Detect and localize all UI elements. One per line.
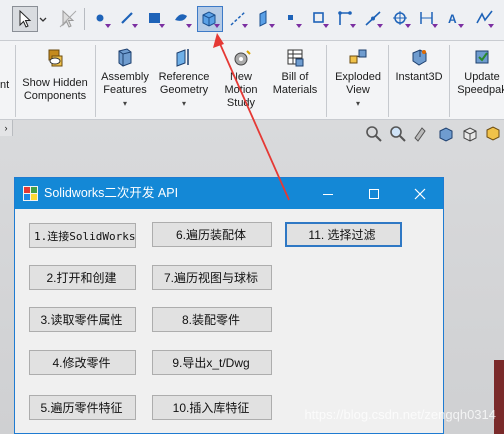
select-dropdown-icon[interactable]: [37, 6, 49, 32]
feature-tree-collapse-tab[interactable]: ›: [0, 120, 13, 136]
minimize-icon: [323, 193, 333, 195]
ribbon-exploded-view[interactable]: Exploded View ▾: [330, 47, 386, 110]
maximize-icon: [369, 188, 379, 199]
selection-filter-icon[interactable]: [55, 6, 81, 32]
title-bar: Solidworks二次开发 API: [15, 178, 443, 209]
filter-midpoint-icon[interactable]: [361, 6, 387, 32]
filter-solid-body-icon[interactable]: [197, 6, 223, 32]
ribbon-show-hidden-components[interactable]: Show Hidden Components: [18, 47, 92, 103]
filter-sketch-segment-icon[interactable]: [334, 6, 360, 32]
close-icon: [414, 188, 426, 199]
ribbon-bill-of-materials[interactable]: Bill of Materials: [268, 47, 322, 97]
traverse-part-features-button[interactable]: 5.遍历零件特征: [29, 395, 136, 420]
filter-surface-body-icon[interactable]: [170, 6, 196, 32]
instant3d-icon: [412, 49, 427, 66]
filter-point-icon[interactable]: [280, 6, 306, 32]
ribbon-assembly-features[interactable]: Assembly Features ▾: [98, 47, 152, 110]
read-part-properties-button[interactable]: 3.读取零件属性: [29, 307, 136, 332]
speedpak-icon: [475, 50, 489, 64]
ribbon-item-component[interactable]: nt: [0, 47, 12, 92]
export-xt-dwg-button[interactable]: 9.导出x_t/Dwg: [152, 350, 272, 375]
window-title: Solidworks二次开发 API: [44, 186, 179, 200]
motion-study-icon: [234, 50, 251, 66]
show-hidden-icon: [48, 49, 63, 67]
connect-solidworks-button[interactable]: 1.连接SolidWorks: [29, 223, 136, 248]
assemble-parts-button[interactable]: 8.装配零件: [152, 307, 272, 332]
select-icon[interactable]: [12, 6, 38, 32]
traverse-views-balloons-button[interactable]: 7.遍历视图与球标: [152, 265, 272, 290]
section-view-icon[interactable]: [436, 124, 456, 144]
filter-vertex-icon[interactable]: [89, 6, 115, 32]
svg-text:A: A: [448, 12, 457, 26]
filter-edge-icon[interactable]: [116, 6, 142, 32]
zoom-to-fit-icon[interactable]: [364, 124, 384, 144]
assembly-features-icon: [118, 48, 132, 67]
heads-up-view-toolbar: [364, 124, 504, 146]
reference-geometry-icon: [176, 49, 189, 67]
selection-filter-toolbar: A: [0, 0, 504, 41]
close-button[interactable]: [397, 178, 443, 209]
chevron-down-icon: ▾: [122, 99, 127, 108]
ribbon-instant3d[interactable]: Instant3D: [392, 47, 446, 84]
maximize-button[interactable]: [351, 178, 397, 209]
chevron-down-icon: ▾: [181, 99, 186, 108]
view-orientation-icon[interactable]: [460, 124, 480, 144]
component-icon: [0, 47, 12, 69]
bom-icon: [287, 49, 304, 67]
filter-plane-icon[interactable]: [253, 6, 279, 32]
graphics-model-edge: [494, 360, 504, 434]
filter-sketch-icon[interactable]: [307, 6, 333, 32]
filter-note-icon[interactable]: A: [442, 6, 468, 32]
minimize-button[interactable]: [305, 178, 351, 209]
insert-library-feature-button[interactable]: 10.插入库特征: [152, 395, 272, 420]
filter-axis-icon[interactable]: [226, 6, 252, 32]
open-create-button[interactable]: 2.打开和创建: [29, 265, 136, 290]
exploded-view-icon: [349, 49, 367, 64]
filter-face-icon[interactable]: [143, 6, 169, 32]
display-style-icon[interactable]: [484, 124, 504, 144]
app-window: Solidworks二次开发 API 1.连接SolidWorks 2.打开和创…: [14, 177, 444, 434]
filter-surface-finish-icon[interactable]: [472, 6, 498, 32]
traverse-assembly-button[interactable]: 6.遍历装配体: [152, 222, 272, 247]
selection-filter-button[interactable]: 11. 选择过滤: [285, 222, 402, 247]
ribbon-new-motion-study[interactable]: New Motion Study: [218, 47, 264, 110]
chevron-down-icon: ▾: [355, 99, 360, 108]
watermark: https://blog.csdn.net/zengqh0314: [304, 407, 496, 422]
ribbon-update-speedpak[interactable]: Update Speedpak: [452, 47, 504, 97]
filter-center-mark-icon[interactable]: [388, 6, 414, 32]
zoom-to-area-icon[interactable]: [388, 124, 408, 144]
filter-dimension-icon[interactable]: [415, 6, 441, 32]
ribbon-reference-geometry[interactable]: Reference Geometry ▾: [154, 47, 214, 110]
modify-part-button[interactable]: 4.修改零件: [29, 350, 136, 375]
app-icon: [23, 186, 38, 201]
command-manager-ribbon: nt Show Hidden Components Assembly Featu…: [0, 41, 504, 120]
previous-view-icon[interactable]: [412, 124, 432, 144]
